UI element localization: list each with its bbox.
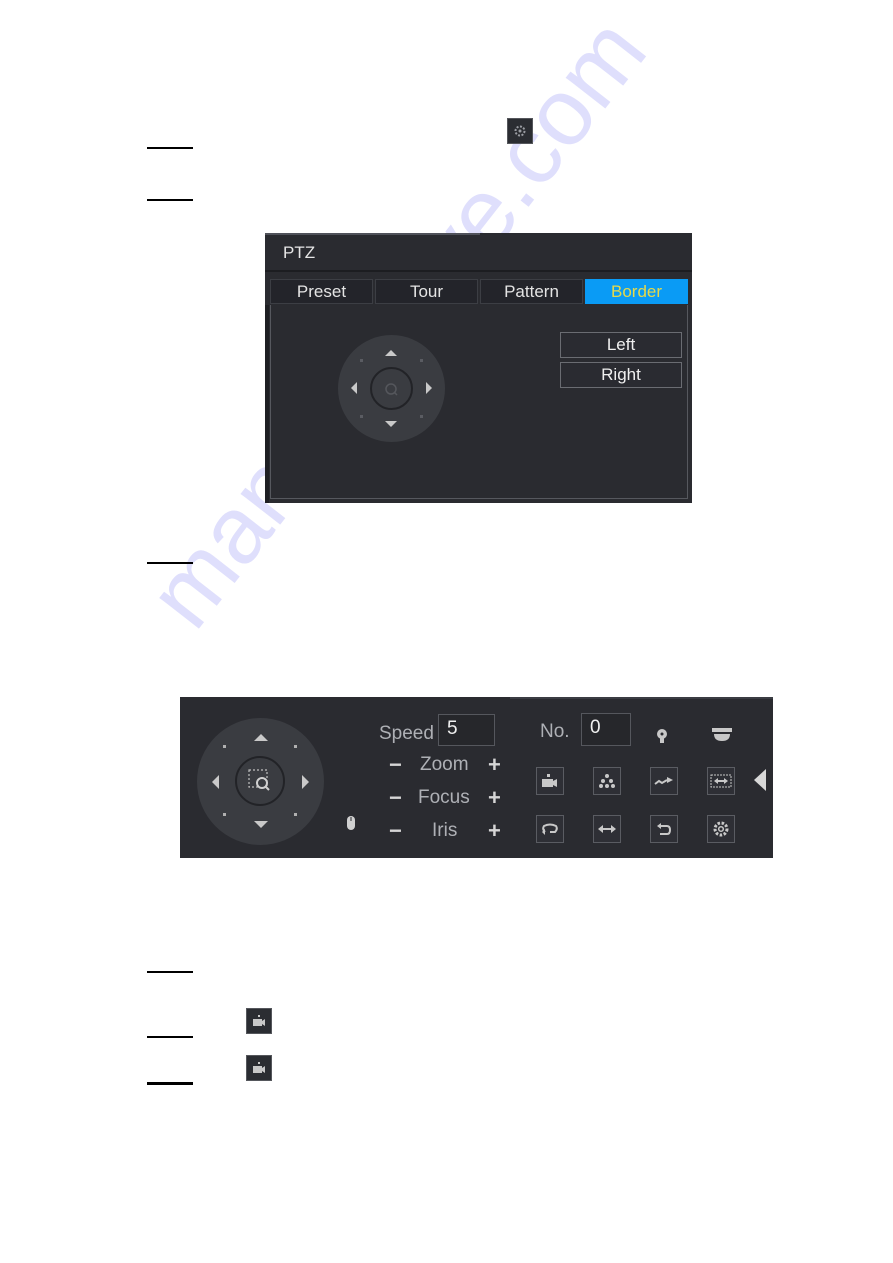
left-edge [265, 305, 269, 503]
pattern-button[interactable] [593, 767, 621, 795]
settings-button[interactable] [707, 815, 735, 843]
down-right-icon[interactable] [294, 813, 297, 816]
right-arrow-icon[interactable] [302, 775, 309, 789]
zoom-minus-button[interactable]: − [389, 752, 402, 778]
dome-camera-icon[interactable] [711, 728, 733, 742]
step-marker [147, 971, 193, 973]
magnifier-icon [385, 383, 398, 396]
preset-no-label: No. [540, 721, 570, 742]
left-button[interactable]: Left [560, 332, 682, 358]
flip-button[interactable] [593, 815, 621, 843]
record-icon [542, 774, 557, 787]
down-left-icon[interactable] [223, 813, 226, 816]
zoom-plus-button[interactable]: + [488, 752, 501, 778]
left-arrow-icon[interactable] [212, 775, 219, 789]
step-marker [147, 1082, 193, 1085]
gear-icon [507, 118, 533, 144]
step-marker [147, 199, 193, 201]
title-separator [265, 270, 692, 272]
right-arrow-icon[interactable] [426, 382, 432, 394]
speed-input[interactable]: 5 [438, 714, 495, 746]
border-button[interactable] [707, 767, 735, 795]
settings-icon [713, 821, 729, 837]
step-marker [147, 147, 193, 149]
down-arrow-icon[interactable] [385, 421, 397, 427]
direction-pad[interactable] [338, 335, 445, 442]
tab-preset[interactable]: Preset [270, 279, 373, 304]
reset-icon [657, 823, 672, 835]
area-zoom-icon [248, 769, 270, 791]
up-right-icon[interactable] [420, 359, 423, 362]
focus-plus-button[interactable]: + [488, 785, 501, 811]
direction-pad[interactable] [197, 718, 324, 845]
collapse-arrow-icon[interactable] [754, 769, 766, 791]
dialog-title: PTZ [283, 243, 316, 262]
mouse-icon [347, 816, 355, 830]
tab-border[interactable]: Border [585, 279, 688, 304]
zoom-center-button[interactable] [370, 367, 413, 410]
up-left-icon[interactable] [223, 745, 226, 748]
preset-no-input[interactable]: 0 [581, 713, 631, 746]
left-arrow-icon[interactable] [351, 382, 357, 394]
tab-bar: Preset Tour Pattern Border [270, 279, 688, 304]
tab-content: Left Right [270, 305, 688, 499]
tour-button[interactable] [650, 767, 678, 795]
dialog-top-border [265, 233, 480, 235]
step-marker [147, 1036, 193, 1038]
zoom-center-button[interactable] [235, 756, 285, 806]
rotate-icon [542, 823, 558, 835]
down-right-icon[interactable] [420, 415, 423, 418]
zoom-label: Zoom [420, 754, 469, 775]
step-marker [147, 562, 193, 564]
rotate-button[interactable] [536, 815, 564, 843]
pattern-icon [599, 774, 615, 788]
record-icon [246, 1008, 272, 1034]
reset-button[interactable] [650, 815, 678, 843]
iris-minus-button[interactable]: − [389, 818, 402, 844]
record-button[interactable] [536, 767, 564, 795]
focus-label: Focus [418, 787, 470, 808]
up-arrow-icon[interactable] [385, 350, 397, 356]
speed-label: Speed [379, 723, 434, 744]
flip-icon [598, 825, 616, 833]
up-right-icon[interactable] [294, 745, 297, 748]
record-icon [246, 1055, 272, 1081]
up-arrow-icon[interactable] [254, 734, 268, 741]
down-left-icon[interactable] [360, 415, 363, 418]
border-icon [710, 774, 732, 788]
focus-minus-button[interactable]: − [389, 785, 402, 811]
light-icon[interactable] [656, 728, 668, 744]
ptz-control-bar: Speed 5 − Zoom + − Focus + − Iris + No. … [180, 697, 773, 858]
up-left-icon[interactable] [360, 359, 363, 362]
tab-tour[interactable]: Tour [375, 279, 478, 304]
ptz-dialog: PTZ Preset Tour Pattern Border Left Righ… [265, 233, 692, 503]
iris-plus-button[interactable]: + [488, 818, 501, 844]
down-arrow-icon[interactable] [254, 821, 268, 828]
right-button[interactable]: Right [560, 362, 682, 388]
tab-pattern[interactable]: Pattern [480, 279, 583, 304]
top-border [510, 697, 773, 699]
iris-label: Iris [432, 820, 458, 841]
tour-icon [654, 777, 673, 785]
